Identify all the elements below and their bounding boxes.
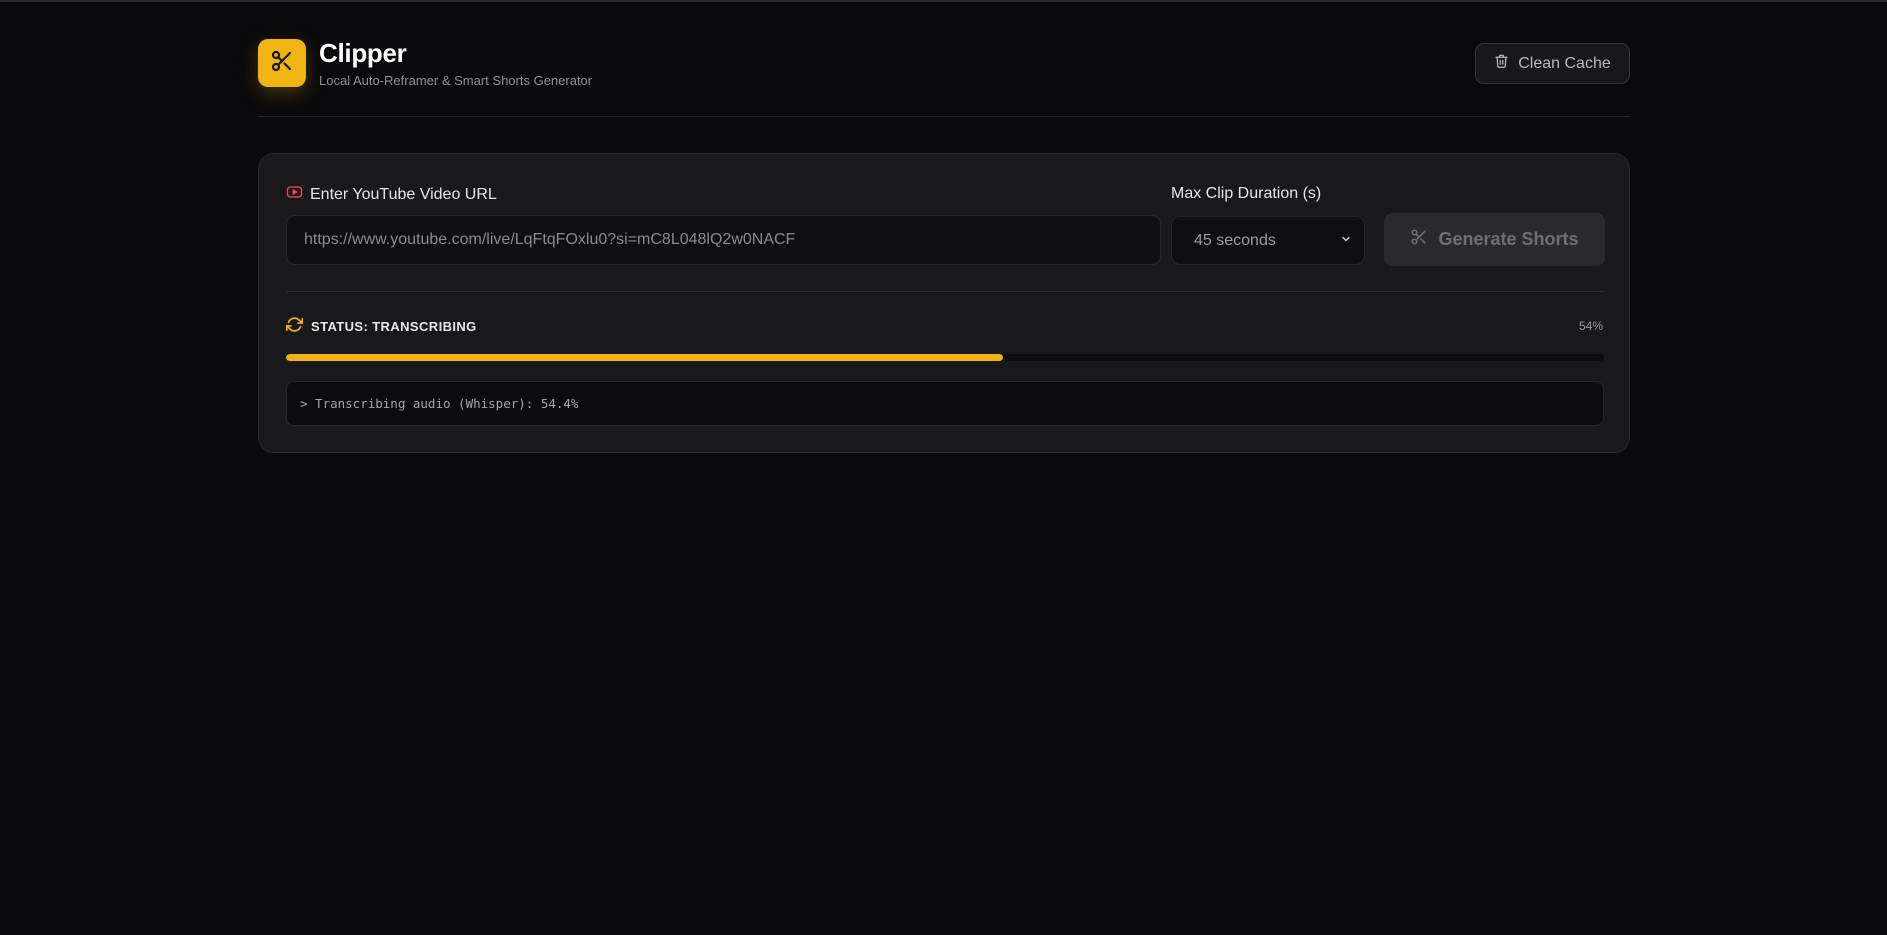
status-text: STATUS: TRANSCRIBING xyxy=(311,318,477,334)
progress-bar xyxy=(286,354,1604,361)
clean-cache-button[interactable]: Clean Cache xyxy=(1475,43,1630,84)
url-label-text: Enter YouTube Video URL xyxy=(310,185,497,203)
youtube-icon xyxy=(286,185,303,204)
header: Clipper Local Auto-Reframer & Smart Shor… xyxy=(258,0,1630,117)
section-divider xyxy=(286,291,1604,292)
generate-shorts-label: Generate Shorts xyxy=(1438,229,1579,249)
url-field-label: Enter YouTube Video URL xyxy=(286,185,497,204)
generate-shorts-button[interactable]: Generate Shorts xyxy=(1384,213,1605,266)
refresh-icon xyxy=(285,316,304,336)
duration-label: Max Clip Duration (s) xyxy=(1171,185,1322,202)
app-logo xyxy=(258,39,306,87)
app-title: Clipper xyxy=(319,38,407,68)
clean-cache-label: Clean Cache xyxy=(1518,54,1611,72)
progress-percent: 54% xyxy=(1578,319,1603,333)
progress-fill xyxy=(286,354,1003,361)
youtube-url-input[interactable] xyxy=(286,215,1161,265)
duration-selected-value: 45 seconds xyxy=(1194,231,1276,249)
scissors-icon xyxy=(1410,228,1428,251)
chevron-down-icon xyxy=(1340,232,1352,250)
generator-card: Enter YouTube Video URL Max Clip Duratio… xyxy=(258,153,1630,453)
app-subtitle: Local Auto-Reframer & Smart Shorts Gener… xyxy=(319,73,593,88)
log-line: > Transcribing audio (Whisper): 54.4% xyxy=(300,396,579,411)
scissors-icon xyxy=(270,49,294,78)
duration-select[interactable]: 45 seconds xyxy=(1171,216,1365,265)
trash-icon xyxy=(1494,53,1509,74)
log-console: > Transcribing audio (Whisper): 54.4% xyxy=(286,381,1604,426)
app-container: Clipper Local Auto-Reframer & Smart Shor… xyxy=(258,0,1630,453)
status-row: STATUS: TRANSCRIBING xyxy=(285,316,477,336)
